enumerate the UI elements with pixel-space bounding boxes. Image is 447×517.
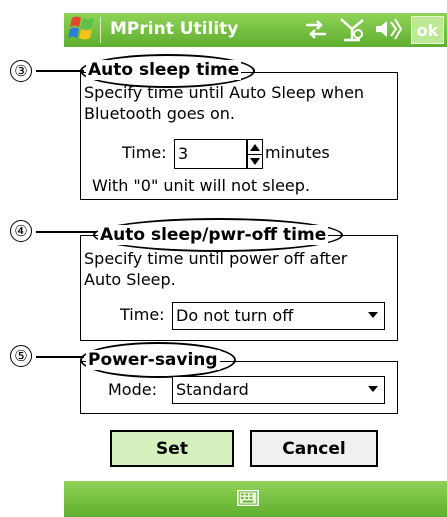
mode-label: Mode: bbox=[108, 380, 157, 399]
auto-sleep-desc-1: Specify time until Auto Sleep when bbox=[84, 83, 365, 102]
stepper-up-icon[interactable] bbox=[248, 140, 262, 154]
auto-sleep-note: With "0" unit will not sleep. bbox=[92, 176, 310, 195]
set-button[interactable]: Set bbox=[110, 430, 234, 467]
callout-4-leader bbox=[36, 231, 96, 233]
auto-sleep-title: Auto sleep time bbox=[86, 60, 242, 80]
minutes-label: minutes bbox=[265, 143, 330, 162]
callout-3-leader bbox=[36, 70, 84, 72]
windows-logo-icon[interactable] bbox=[68, 12, 98, 44]
cancel-button[interactable]: Cancel bbox=[250, 430, 378, 467]
auto-off-time-label: Time: bbox=[120, 305, 165, 324]
auto-sleep-time-label: Time: bbox=[122, 143, 167, 162]
callout-4: ④ bbox=[10, 220, 32, 242]
power-mode-select[interactable]: Standard bbox=[172, 376, 385, 404]
callout-5: ⑤ bbox=[10, 345, 32, 367]
volume-icon[interactable] bbox=[374, 16, 402, 42]
ok-button[interactable]: ok bbox=[411, 16, 444, 44]
keyboard-icon[interactable] bbox=[237, 490, 259, 506]
connectivity-icon[interactable] bbox=[303, 16, 329, 42]
dropdown-arrow-icon[interactable] bbox=[368, 386, 378, 392]
power-saving-title: Power-saving bbox=[86, 350, 220, 370]
sleep-time-stepper[interactable] bbox=[247, 139, 263, 169]
sleep-time-input[interactable]: 3 bbox=[174, 139, 247, 169]
power-off-selected-value: Do not turn off bbox=[176, 306, 294, 325]
title-separator bbox=[100, 17, 101, 43]
auto-off-title: Auto sleep/pwr-off time bbox=[98, 225, 329, 245]
auto-off-desc-2: Auto Sleep. bbox=[84, 270, 176, 289]
power-mode-selected-value: Standard bbox=[176, 380, 249, 399]
callout-3: ③ bbox=[10, 60, 32, 82]
callout-5-leader bbox=[36, 356, 84, 358]
power-off-time-select[interactable]: Do not turn off bbox=[172, 302, 385, 330]
app-title: MPrint Utility bbox=[110, 19, 239, 39]
network-off-icon[interactable] bbox=[338, 16, 366, 42]
dropdown-arrow-icon[interactable] bbox=[368, 312, 378, 318]
auto-off-desc-1: Specify time until power off after bbox=[84, 249, 348, 268]
stepper-down-icon[interactable] bbox=[248, 154, 262, 168]
auto-sleep-desc-2: Bluetooth goes on. bbox=[84, 104, 235, 123]
